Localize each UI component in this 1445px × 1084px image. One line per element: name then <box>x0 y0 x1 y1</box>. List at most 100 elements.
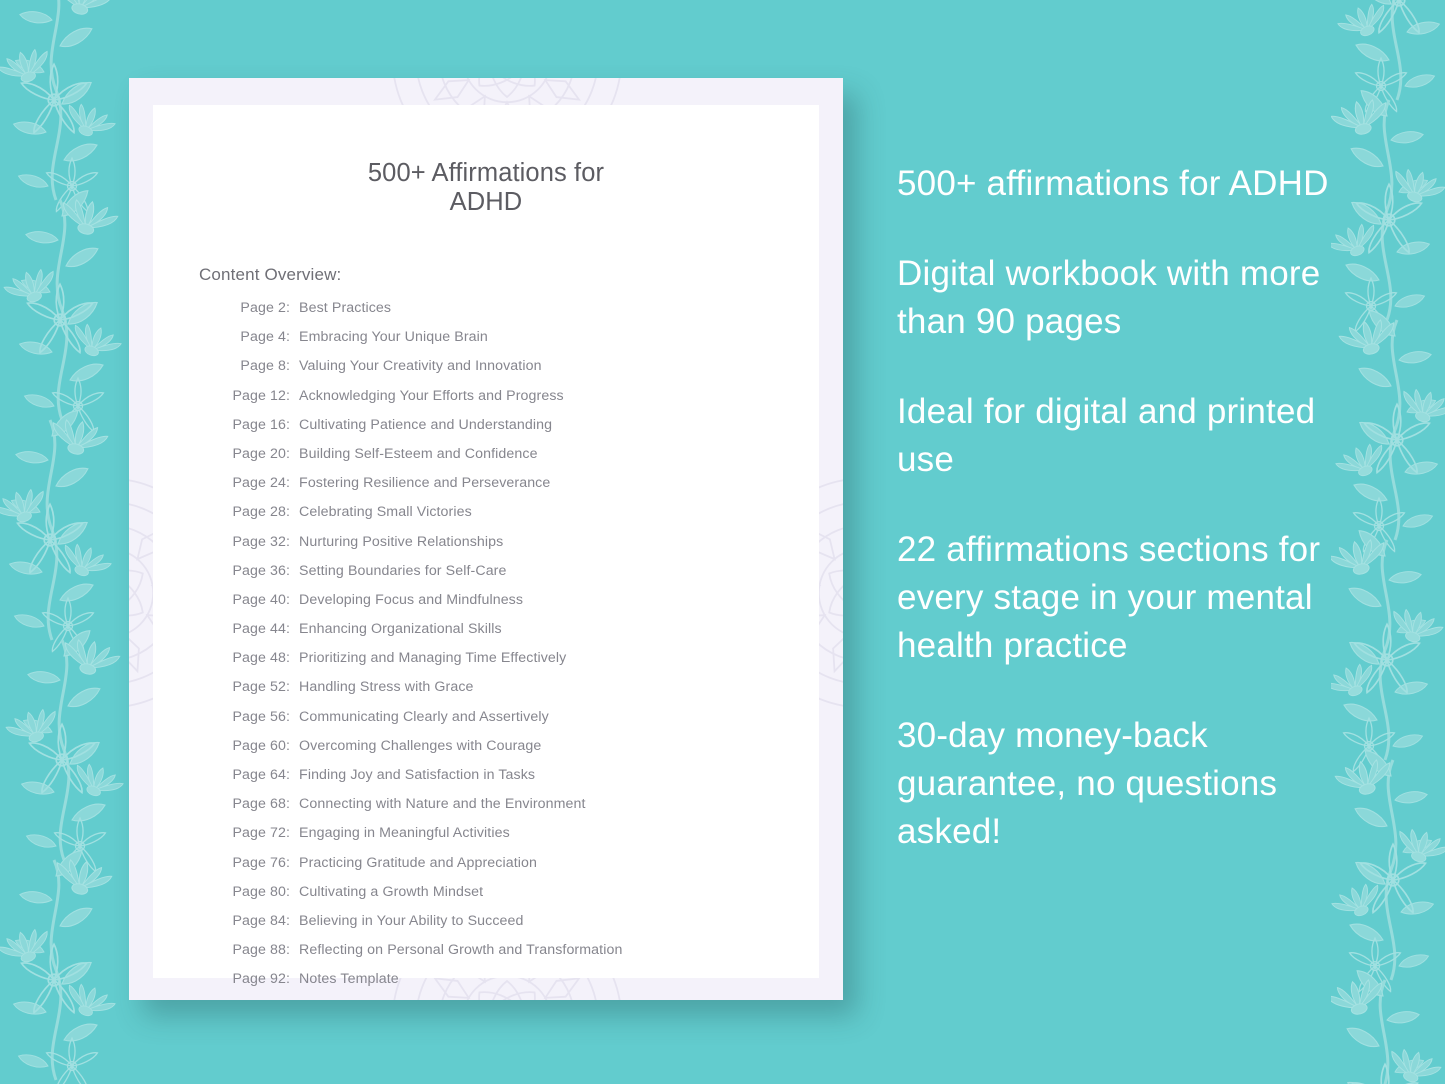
toc-page-number: Page 68 <box>232 796 286 813</box>
toc-separator: : <box>286 300 291 316</box>
toc-separator: : <box>286 475 291 492</box>
toc-separator: : <box>286 942 291 959</box>
toc-separator: : <box>286 621 291 638</box>
toc-row: Page 32: Nurturing Positive Relationships <box>223 534 819 563</box>
toc-section-title: Connecting with Nature and the Environme… <box>299 796 586 813</box>
toc-row: Page 92: Notes Template <box>223 971 819 1000</box>
toc-separator: : <box>286 767 291 783</box>
toc-section-title: Cultivating Patience and Understanding <box>299 416 553 433</box>
toc-page-number: Page 48 <box>232 650 286 667</box>
toc-page-number: Page 2 <box>240 300 286 316</box>
toc-row: Page 20: Building Self-Esteem and Confide… <box>223 446 819 475</box>
toc-page-number: Page 80 <box>232 883 286 900</box>
toc-separator: : <box>286 329 291 346</box>
toc-separator: : <box>286 796 291 813</box>
toc-section-title: Overcoming Challenges with Courage <box>299 737 542 754</box>
toc-page-number: Page 16 <box>232 416 286 433</box>
toc-row: Page 68: Connecting with Nature and the E… <box>223 796 819 825</box>
toc-separator: : <box>286 562 291 579</box>
content-overview-label: Content Overview: <box>199 265 342 284</box>
toc-row: Page 16: Cultivating Patience and Underst… <box>223 417 819 446</box>
toc-row: Page 64: Finding Joy and Satisfaction in … <box>223 767 819 796</box>
toc-section-title: Building Self-Esteem and Confidence <box>299 445 538 462</box>
marketing-bullet-list: 500+ affirmations for ADHD Digital workb… <box>897 160 1367 856</box>
toc-section-title: Practicing Gratitude and Appreciation <box>299 854 537 871</box>
page-title-line1: 500+ Affirmations for <box>367 159 605 187</box>
marketing-bullet: Digital workbook with more than 90 pages <box>897 254 1321 341</box>
toc-section-title: Fostering Resilience and Perseverance <box>299 475 551 492</box>
toc-separator: : <box>286 912 291 929</box>
toc-row: Page 2: Best Practices <box>223 300 819 329</box>
toc-separator: : <box>286 883 291 900</box>
toc-section-title: Valuing Your Creativity and Innovation <box>299 358 542 375</box>
toc-separator: : <box>286 708 291 725</box>
toc-section-title: Believing in Your Ability to Succeed <box>299 912 524 929</box>
toc-page-number: Page 64 <box>232 767 286 783</box>
marketing-bullet: 500+ affirmations for ADHD <box>897 164 1329 203</box>
toc-row: Page 60: Overcoming Challenges with Coura… <box>223 738 819 767</box>
toc-page-number: Page 32 <box>232 533 286 550</box>
toc-section-title: Celebrating Small Victories <box>299 504 472 521</box>
toc-page-number: Page 84 <box>232 912 286 929</box>
toc-row: Page 40: Developing Focus and Mindfulness <box>223 592 819 621</box>
toc-page-number: Page 12 <box>232 387 286 404</box>
toc-section-title: Notes Template <box>299 971 399 988</box>
toc-page-number: Page 28 <box>232 504 286 521</box>
toc-page-number: Page 20 <box>232 445 286 462</box>
toc-section-title: Best Practices <box>299 300 392 316</box>
toc-row: Page 48: Prioritizing and Managing Time E… <box>223 650 819 679</box>
toc-row: Page 28: Celebrating Small Victories <box>223 504 819 533</box>
toc-separator: : <box>286 445 291 462</box>
toc-row: Page 44: Enhancing Organizational Skills <box>223 621 819 650</box>
toc-separator: : <box>286 416 291 433</box>
toc-separator: : <box>286 387 291 404</box>
toc-row: Page 76: Practicing Gratitude and Appreci… <box>223 855 819 884</box>
toc-page-number: Page 8 <box>240 358 286 375</box>
toc-section-title: Enhancing Organizational Skills <box>299 621 502 638</box>
toc-page-number: Page 88 <box>232 942 286 959</box>
product-preview-card[interactable]: 500+ Affirmations for ADHD Content Overv… <box>129 78 843 1000</box>
toc-page-number: Page 4 <box>240 329 286 346</box>
toc-section-title: Communicating Clearly and Assertively <box>299 708 549 725</box>
toc-row: Page 4: Embracing Your Unique Brain <box>223 329 819 358</box>
toc-section-title: Handling Stress with Grace <box>299 679 474 696</box>
toc-section-title: Prioritizing and Managing Time Effective… <box>299 650 567 667</box>
table-of-contents: Page 2: Best Practices Page 4: Embracing Y… <box>223 300 819 1000</box>
document-page: 500+ Affirmations for ADHD Content Overv… <box>153 105 819 987</box>
toc-page-number: Page 40 <box>232 591 286 608</box>
page-title: 500+ Affirmations for ADHD <box>153 159 819 217</box>
toc-separator: : <box>286 854 291 871</box>
toc-section-title: Developing Focus and Mindfulness <box>299 591 524 608</box>
page-title-line2: ADHD <box>449 188 523 216</box>
toc-page-number: Page 44 <box>232 621 286 638</box>
toc-separator: : <box>286 591 291 608</box>
toc-row: Page 84: Believing in Your Ability to Suc… <box>223 913 819 942</box>
toc-row: Page 24: Fostering Resilience and Perseve… <box>223 475 819 504</box>
toc-row: Page 52: Handling Stress with Grace <box>223 679 819 708</box>
toc-row: Page 8: Valuing Your Creativity and Innov… <box>223 358 819 387</box>
toc-page-number: Page 76 <box>232 854 286 871</box>
toc-row: Page 36: Setting Boundaries for Self-Care <box>223 563 819 592</box>
toc-page-number: Page 52 <box>232 679 286 696</box>
toc-separator: : <box>286 358 291 375</box>
toc-page-number: Page 36 <box>232 562 286 579</box>
toc-section-title: Setting Boundaries for Self-Care <box>299 562 507 579</box>
toc-section-title: Cultivating a Growth Mindset <box>299 883 484 900</box>
toc-page-number: Page 24 <box>232 475 286 492</box>
marketing-bullet: 30-day money-back guarantee, no question… <box>897 716 1278 851</box>
toc-separator: : <box>286 504 291 521</box>
toc-row: Page 12: Acknowledging Your Efforts and P… <box>223 388 819 417</box>
toc-section-title: Reflecting on Personal Growth and Transf… <box>299 942 623 959</box>
toc-row: Page 88: Reflecting on Personal Growth an… <box>223 942 819 971</box>
toc-page-number: Page 92 <box>232 971 286 988</box>
toc-page-number: Page 60 <box>232 737 286 754</box>
toc-page-number: Page 72 <box>232 825 286 842</box>
toc-separator: : <box>286 971 291 988</box>
toc-section-title: Engaging in Meaningful Activities <box>299 825 510 842</box>
toc-section-title: Nurturing Positive Relationships <box>299 533 504 550</box>
toc-row: Page 80: Cultivating a Growth Mindset <box>223 884 819 913</box>
toc-section-title: Embracing Your Unique Brain <box>299 329 488 346</box>
toc-separator: : <box>286 533 291 550</box>
toc-separator: : <box>286 679 291 696</box>
toc-row: Page 56: Communicating Clearly and Assert… <box>223 709 819 738</box>
